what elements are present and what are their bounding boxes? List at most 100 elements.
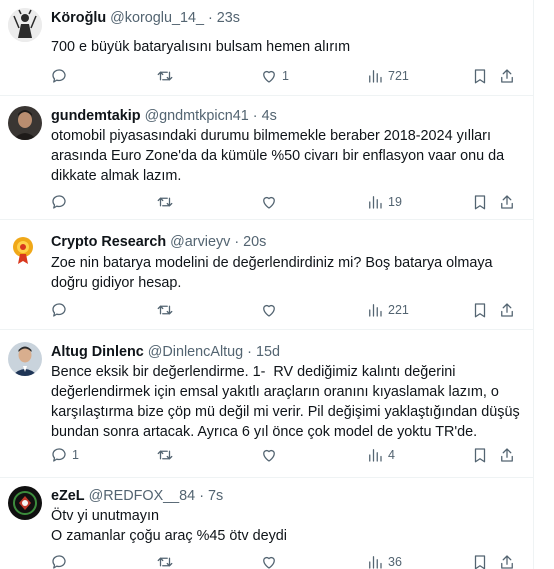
view-count: 19 xyxy=(388,195,402,209)
separator-dot: · xyxy=(247,344,252,360)
share-icon xyxy=(501,448,513,462)
avatar[interactable] xyxy=(8,486,42,520)
timestamp[interactable]: 20s xyxy=(243,234,266,250)
user-handle[interactable]: @koroglu_14_ xyxy=(110,10,204,26)
reply-icon xyxy=(52,69,66,83)
avatar[interactable] xyxy=(8,342,42,376)
retweet-button[interactable] xyxy=(156,442,178,468)
views-button[interactable]: 36 xyxy=(366,549,402,569)
tweet[interactable]: Köroğlu @koroglu_14_ · 23s 700 e büyük b… xyxy=(0,0,534,96)
timestamp[interactable]: 15d xyxy=(256,344,280,360)
heart-icon xyxy=(263,449,275,462)
share-button[interactable] xyxy=(498,442,516,468)
avatar[interactable] xyxy=(8,8,42,42)
display-name[interactable]: gundemtakip xyxy=(51,108,141,124)
share-button[interactable] xyxy=(498,189,516,215)
reply-button[interactable]: 1 xyxy=(50,442,79,468)
retweet-button[interactable] xyxy=(156,63,178,89)
action-bar: 1 4 xyxy=(40,442,530,468)
views-icon xyxy=(369,556,382,569)
display-name[interactable]: Altug Dinlenc xyxy=(51,344,144,360)
tweet-header: gundemtakip @gndmtkpicn41 · 4s xyxy=(51,108,277,125)
share-button[interactable] xyxy=(498,297,516,323)
timestamp[interactable]: 7s xyxy=(208,488,223,504)
avatar[interactable] xyxy=(8,232,42,266)
retweet-icon xyxy=(157,557,173,567)
share-button[interactable] xyxy=(498,549,516,569)
user-handle[interactable]: @gndmtkpicn41 xyxy=(145,108,249,124)
reply-count: 1 xyxy=(72,448,79,462)
like-count: 1 xyxy=(282,69,289,83)
heart-icon xyxy=(263,196,275,209)
share-icon xyxy=(501,303,513,317)
tweet-text: 700 e büyük bataryalısını bulsam hemen a… xyxy=(51,39,351,55)
views-button[interactable]: 4 xyxy=(366,442,395,468)
action-bar: 1 721 xyxy=(40,63,530,89)
reply-button[interactable] xyxy=(50,63,72,89)
bookmark-icon xyxy=(474,195,486,210)
view-count: 221 xyxy=(388,303,409,317)
views-button[interactable]: 19 xyxy=(366,189,402,215)
bookmark-icon xyxy=(474,69,486,84)
bookmark-icon xyxy=(474,303,486,318)
avatar[interactable] xyxy=(8,106,42,140)
like-button[interactable] xyxy=(260,189,282,215)
view-count: 4 xyxy=(388,448,395,462)
like-button[interactable]: 1 xyxy=(260,63,289,89)
separator-dot: · xyxy=(234,234,240,250)
retweet-button[interactable] xyxy=(156,549,178,569)
reply-button[interactable] xyxy=(50,297,72,323)
like-button[interactable] xyxy=(260,442,282,468)
tweet-text: Ötv yi unutmayın O zamanlar çoğu araç %4… xyxy=(51,508,287,544)
share-button[interactable] xyxy=(498,63,516,89)
retweet-icon xyxy=(157,305,173,315)
like-button[interactable] xyxy=(260,297,282,323)
reply-button[interactable] xyxy=(50,549,72,569)
person-avatar-icon xyxy=(8,106,42,140)
display-name[interactable]: eZeL xyxy=(51,488,85,504)
user-handle[interactable]: @REDFOX__84 xyxy=(89,488,196,504)
views-icon xyxy=(369,304,382,317)
heart-icon xyxy=(263,70,275,83)
warrior-avatar-icon xyxy=(8,8,42,42)
views-button[interactable]: 221 xyxy=(366,297,409,323)
user-handle[interactable]: @DinlencAltug xyxy=(148,344,243,360)
bookmark-button[interactable] xyxy=(471,297,489,323)
bookmark-button[interactable] xyxy=(471,189,489,215)
bookmark-button[interactable] xyxy=(471,549,489,569)
retweet-icon xyxy=(157,197,173,207)
view-count: 721 xyxy=(388,69,409,83)
bookmark-button[interactable] xyxy=(471,442,489,468)
display-name[interactable]: Crypto Research xyxy=(51,234,166,250)
share-icon xyxy=(501,69,513,83)
retweet-button[interactable] xyxy=(156,297,178,323)
views-icon xyxy=(369,449,382,462)
separator-dot: · xyxy=(252,108,258,124)
separator-dot: · xyxy=(199,488,204,504)
badge-avatar-icon xyxy=(8,232,42,266)
separator-dot: · xyxy=(207,10,213,26)
tweet[interactable]: gundemtakip @gndmtkpicn41 · 4s otomobil … xyxy=(0,96,534,220)
timestamp[interactable]: 4s xyxy=(262,108,277,124)
bookmark-button[interactable] xyxy=(471,63,489,89)
tweet[interactable]: Altug Dinlenc @DinlencAltug · 15d Bence … xyxy=(0,330,534,478)
timestamp[interactable]: 23s xyxy=(217,10,240,26)
like-button[interactable] xyxy=(260,549,282,569)
views-button[interactable]: 721 xyxy=(366,63,409,89)
tweet-header: Altug Dinlenc @DinlencAltug · 15d xyxy=(51,344,280,361)
tweet-header: eZeL @REDFOX__84 · 7s xyxy=(51,488,223,505)
user-handle[interactable]: @arvieyv xyxy=(170,234,230,250)
retweet-icon xyxy=(157,71,173,81)
reply-icon xyxy=(52,195,66,209)
reply-button[interactable] xyxy=(50,189,72,215)
bookmark-icon xyxy=(474,555,486,569)
emblem-avatar-icon xyxy=(8,486,42,520)
person-avatar-icon xyxy=(8,342,42,376)
tweet[interactable]: eZeL @REDFOX__84 · 7s Ötv yi unutmayın O… xyxy=(0,478,534,569)
reply-icon xyxy=(52,555,66,569)
tweet[interactable]: Crypto Research @arvieyv · 20s Zoe nin b… xyxy=(0,220,534,330)
retweet-icon xyxy=(157,450,173,460)
reply-icon xyxy=(52,303,66,317)
display-name[interactable]: Köroğlu xyxy=(51,10,106,26)
retweet-button[interactable] xyxy=(156,189,178,215)
